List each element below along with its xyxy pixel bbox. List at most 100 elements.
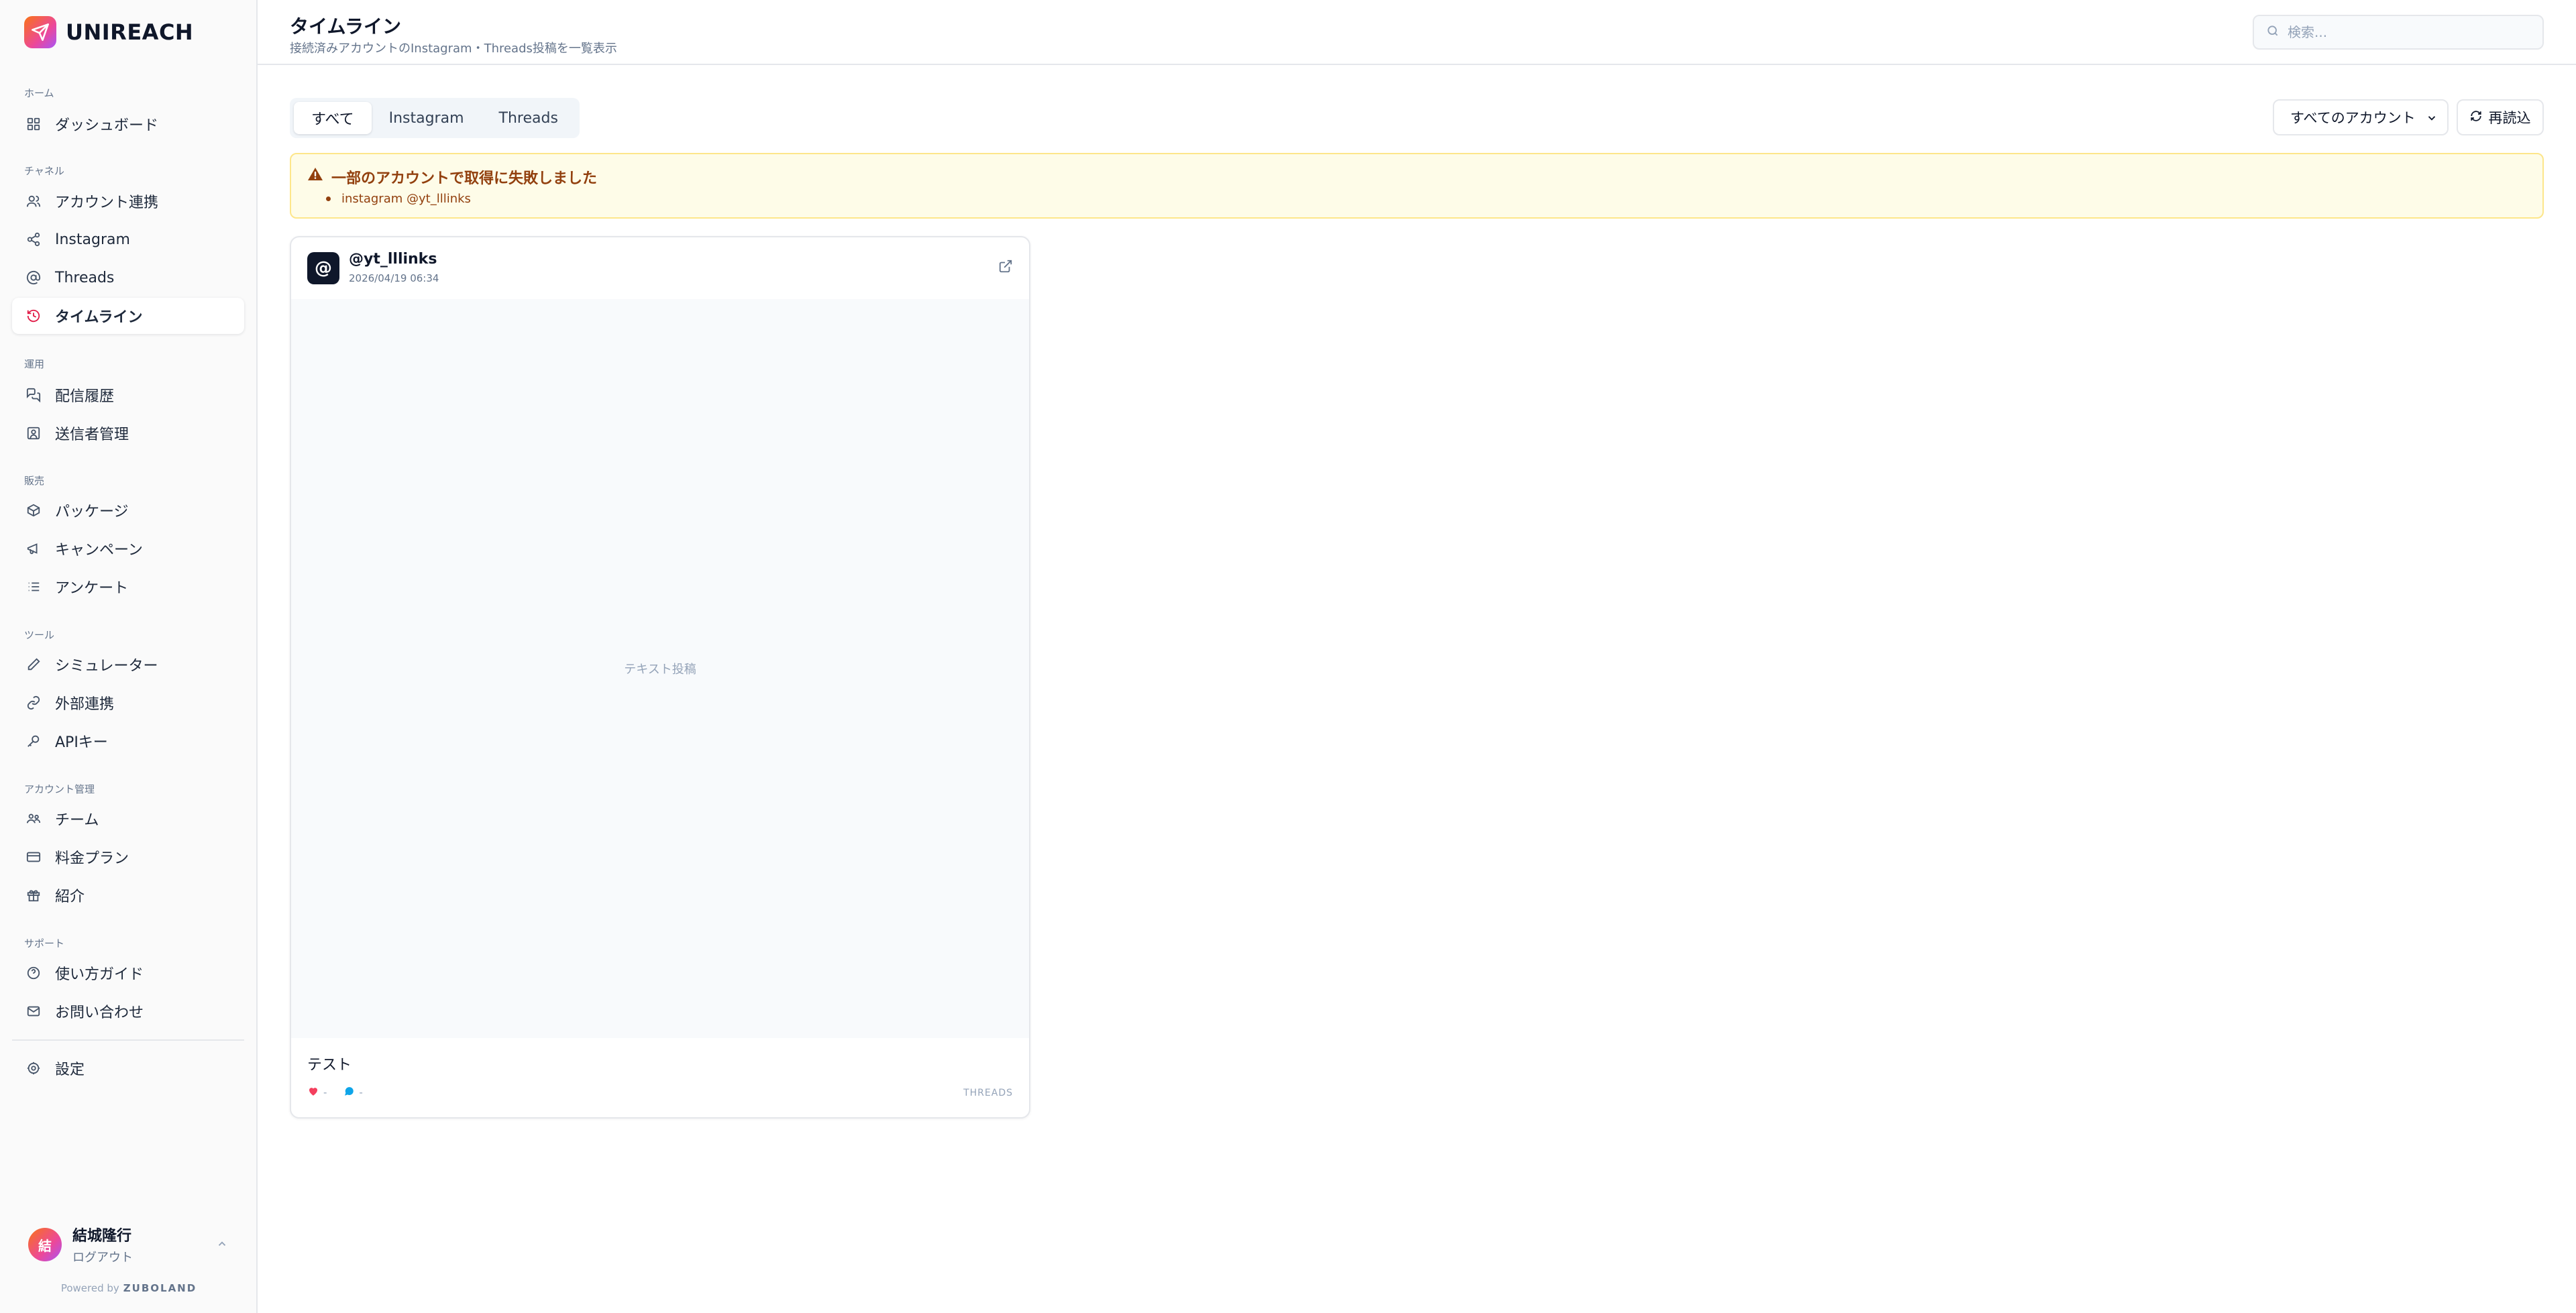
- external-link-icon[interactable]: [998, 259, 1013, 276]
- sidebar-item-threads[interactable]: Threads: [12, 260, 244, 296]
- key-icon: [25, 733, 42, 749]
- sidebar-item-api-key[interactable]: APIキー: [12, 723, 244, 759]
- sidebar-item-survey[interactable]: アンケート: [12, 569, 244, 605]
- sidebar-item-label: 紹介: [55, 889, 85, 905]
- megaphone-icon: [25, 540, 42, 557]
- sidebar-item-label: お問い合わせ: [55, 1005, 144, 1021]
- post-stats: - -: [307, 1085, 379, 1100]
- sidebar-item-package[interactable]: パッケージ: [12, 492, 244, 528]
- alert-item-text: instagram @yt_lllinks: [341, 192, 471, 206]
- sidebar-item-label: アカウント連携: [55, 194, 159, 211]
- media-placeholder-text: テキスト投稿: [624, 663, 696, 677]
- sidebar-item-team[interactable]: チーム: [12, 801, 244, 837]
- post-date: 2026/04/19 06:34: [349, 272, 439, 284]
- alert-title: 一部のアカウントで取得に失敗しました: [331, 170, 598, 187]
- replies-stat: -: [343, 1085, 363, 1100]
- warning-icon: [307, 166, 323, 185]
- sidebar-item-sender-management[interactable]: 送信者管理: [12, 415, 244, 451]
- link-icon: [25, 695, 42, 711]
- account-select-value: すべてのアカウント: [2290, 110, 2416, 126]
- post-username[interactable]: @yt_lllinks: [349, 251, 437, 268]
- sidebar-item-pricing[interactable]: 料金プラン: [12, 839, 244, 875]
- sidebar-item-label: チーム: [55, 812, 99, 829]
- sidebar-item-label: Threads: [55, 269, 115, 286]
- sidebar-item-label: 設定: [55, 1062, 85, 1078]
- avatar: 結: [28, 1228, 62, 1261]
- messages-icon: [25, 387, 42, 403]
- account-select[interactable]: すべてのアカウント: [2273, 99, 2449, 135]
- logout-link[interactable]: ログアウト: [72, 1248, 133, 1265]
- history-icon: [25, 308, 42, 324]
- tab-instagram[interactable]: Instagram: [372, 102, 482, 134]
- page-title: タイムライン: [290, 15, 402, 38]
- sidebar-item-account-link[interactable]: アカウント連携: [12, 183, 244, 219]
- user-menu[interactable]: 結 結城隆行 ログアウト: [12, 1219, 244, 1270]
- contact-icon: [25, 425, 42, 441]
- brand[interactable]: UNIREACH: [24, 16, 193, 48]
- sidebar-item-campaign[interactable]: キャンペーン: [12, 530, 244, 567]
- search-box[interactable]: [2253, 15, 2544, 50]
- chevron-up-icon[interactable]: [216, 1238, 228, 1253]
- sidebar-item-label: 外部連携: [55, 696, 115, 713]
- nav-section-operation: 運用: [24, 358, 45, 370]
- fetch-error-alert: 一部のアカウントで取得に失敗しました instagram @yt_lllinks: [290, 153, 2544, 219]
- sidebar-divider: [12, 1039, 244, 1041]
- sidebar-item-guide[interactable]: 使い方ガイド: [12, 955, 244, 991]
- post-platform: THREADS: [963, 1088, 1013, 1098]
- sidebar-item-label: 使い方ガイド: [55, 966, 144, 983]
- sidebar-item-label: ダッシュボード: [55, 117, 159, 134]
- sidebar-item-label: タイムライン: [55, 309, 143, 326]
- grid-icon: [25, 116, 42, 132]
- sidebar-item-label: パッケージ: [55, 504, 129, 520]
- sidebar-item-timeline[interactable]: タイムライン: [12, 298, 244, 334]
- likes-stat: -: [307, 1085, 327, 1100]
- sidebar-item-label: APIキー: [55, 734, 108, 751]
- list-icon: [25, 579, 42, 595]
- brand-name: UNIREACH: [66, 19, 194, 45]
- post-card-header: @ @yt_lllinks 2026/04/19 06:34: [291, 237, 1029, 298]
- heart-icon: [307, 1085, 319, 1100]
- sidebar-item-instagram[interactable]: Instagram: [12, 221, 244, 258]
- search-icon: [2266, 24, 2279, 40]
- package-icon: [25, 502, 42, 518]
- mail-icon: [25, 1003, 42, 1019]
- platform-tabs: すべて Instagram Threads: [290, 98, 580, 138]
- post-card[interactable]: @ @yt_lllinks 2026/04/19 06:34 テキスト投稿 テス…: [290, 236, 1030, 1119]
- nav-section-sales: 販売: [24, 475, 45, 487]
- tab-threads[interactable]: Threads: [482, 102, 576, 134]
- powered-by: Powered by ZUBOLAND: [0, 1282, 258, 1294]
- pen-icon: [25, 656, 42, 673]
- sidebar-item-settings[interactable]: 設定: [12, 1050, 244, 1086]
- nav-section-home: ホーム: [24, 87, 54, 99]
- refresh-icon: [2470, 109, 2482, 125]
- nav-section-tools: ツール: [24, 629, 55, 641]
- sidebar-item-label: アンケート: [55, 580, 129, 597]
- sidebar-item-label: 送信者管理: [55, 426, 129, 443]
- sidebar-item-external-link[interactable]: 外部連携: [12, 685, 244, 721]
- gear-icon: [25, 1060, 42, 1076]
- comment-icon: [343, 1085, 355, 1100]
- sidebar-item-label: シミュレーター: [55, 658, 158, 675]
- sidebar-item-dashboard[interactable]: ダッシュボード: [12, 106, 244, 142]
- alert-item: instagram @yt_lllinks: [326, 192, 471, 206]
- chevron-down-icon: [2426, 111, 2438, 127]
- card-icon: [25, 849, 42, 865]
- nav-section-account: アカウント管理: [24, 783, 95, 795]
- post-text: テスト: [307, 1057, 352, 1074]
- user-name: 結城隆行: [72, 1228, 132, 1245]
- reload-button[interactable]: 再読込: [2457, 99, 2544, 135]
- top-header: タイムライン 接続済みアカウントのInstagram・Threads投稿を一覧表…: [258, 0, 2576, 65]
- share-icon: [25, 231, 42, 247]
- sidebar-item-referral[interactable]: 紹介: [12, 877, 244, 913]
- sidebar-item-delivery-history[interactable]: 配信履歴: [12, 377, 244, 413]
- search-input[interactable]: [2288, 24, 2529, 40]
- sidebar-item-simulator[interactable]: シミュレーター: [12, 646, 244, 683]
- at-icon: [25, 270, 42, 286]
- nav-section-support: サポート: [24, 937, 65, 950]
- gift-icon: [25, 887, 42, 903]
- paper-plane-icon: [24, 16, 56, 48]
- likes-count: -: [323, 1086, 327, 1098]
- sidebar-item-contact[interactable]: お問い合わせ: [12, 993, 244, 1029]
- powered-by-prefix: Powered by: [60, 1282, 119, 1294]
- tab-all[interactable]: すべて: [294, 102, 372, 134]
